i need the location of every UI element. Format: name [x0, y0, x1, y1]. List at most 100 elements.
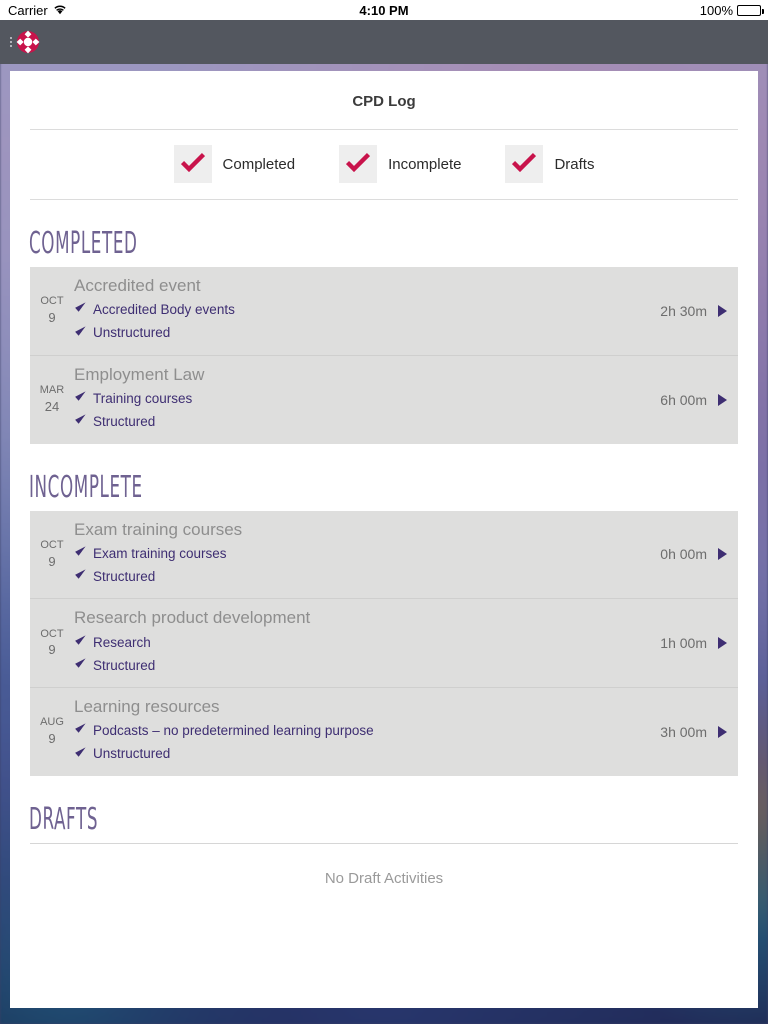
filter-completed[interactable]: Completed — [173, 145, 296, 183]
activity-duration: 1h 00m — [660, 635, 707, 652]
status-bar-right: 100% — [699, 2, 764, 18]
tag-label: Structured — [93, 414, 156, 430]
page-title: CPD Log — [352, 93, 416, 110]
filter-incomplete[interactable]: Incomplete — [339, 145, 461, 183]
battery-full-icon — [737, 4, 764, 16]
section-heading: DRAFTS — [29, 801, 99, 837]
activity-meta: 0h 00m — [660, 511, 738, 599]
activity-body: Employment Law Training courses Structured — [74, 356, 660, 444]
tag-marker-icon — [74, 322, 87, 345]
activity-tag: Exam training courses — [74, 542, 660, 565]
date-day: 9 — [48, 642, 56, 658]
chevron-right-icon[interactable] — [718, 548, 727, 561]
date-day: 9 — [48, 553, 56, 569]
activity-duration: 3h 00m — [660, 723, 707, 740]
activity-duration: 6h 00m — [660, 391, 707, 408]
activity-row[interactable]: MAR 24 Employment Law Training courses Struc… — [30, 355, 738, 444]
activity-meta: 6h 00m — [660, 356, 738, 444]
activity-meta: 3h 00m — [660, 688, 738, 776]
lifebuoy-logo-icon — [16, 30, 40, 54]
tag-marker-icon — [74, 387, 87, 410]
activity-meta: 1h 00m — [660, 599, 738, 687]
filter-label: Incomplete — [388, 155, 462, 173]
checkbox-completed[interactable] — [173, 145, 212, 183]
filter-bar: Completed Incomplete Drafts — [10, 130, 758, 199]
checkbox-drafts[interactable] — [505, 145, 544, 183]
tag-label: Accredited Body events — [93, 302, 235, 318]
activity-title: Research product development — [74, 608, 311, 628]
date-day: 24 — [44, 398, 60, 414]
sections-container: COMPLETED OCT 9 Accredited event Accredited … — [10, 200, 758, 887]
activity-row[interactable]: OCT 9 Research product development Research… — [30, 599, 738, 689]
activity-row[interactable]: AUG 9 Learning resources Podcasts – no pred… — [30, 688, 738, 776]
activity-row[interactable]: OCT 9 Accredited event Accredited Body even… — [30, 267, 738, 356]
section-heading-wrap: COMPLETED — [10, 200, 758, 267]
tag-label: Structured — [93, 568, 156, 584]
tag-label: Structured — [93, 657, 156, 673]
date-month: OCT — [40, 627, 64, 640]
activity-tag: Unstructured — [74, 743, 660, 766]
activity-body: Research product development Research Stru… — [74, 599, 660, 687]
date-day: 9 — [48, 310, 56, 326]
tag-label: Research — [93, 634, 151, 650]
tag-label: Training courses — [93, 390, 193, 406]
tag-label: Exam training courses — [93, 545, 227, 561]
activity-date: AUG 9 — [30, 688, 74, 776]
activity-tag: Unstructured — [74, 322, 660, 345]
filter-label: Drafts — [554, 155, 595, 173]
check-icon — [346, 152, 371, 177]
activity-tag: Accredited Body events — [74, 298, 660, 321]
chevron-right-icon[interactable] — [718, 304, 727, 317]
activity-tag: Training courses — [74, 387, 660, 410]
section-heading: INCOMPLETE — [29, 469, 143, 505]
activity-title: Learning resources — [74, 697, 220, 717]
tag-marker-icon — [74, 743, 87, 766]
filter-label: Completed — [222, 155, 296, 173]
activity-tag: Research — [74, 631, 660, 654]
empty-message: No Draft Activities — [324, 869, 444, 887]
tag-marker-icon — [74, 298, 87, 321]
section-incomplete: INCOMPLETE OCT 9 Exam training courses Exam … — [10, 444, 758, 776]
tag-marker-icon — [74, 631, 87, 654]
activity-meta: 2h 30m — [660, 267, 738, 355]
tag-marker-icon — [74, 565, 87, 588]
activity-date: OCT 9 — [30, 267, 74, 355]
checkbox-incomplete[interactable] — [339, 145, 378, 183]
date-month: OCT — [40, 538, 64, 551]
activity-date: MAR 24 — [30, 356, 74, 444]
activity-duration: 0h 00m — [660, 546, 707, 563]
activity-title: Exam training courses — [74, 519, 243, 539]
status-bar: Carrier 4:10 PM 100% — [0, 0, 768, 20]
activity-date: OCT 9 — [30, 511, 74, 599]
tag-label: Unstructured — [93, 746, 171, 762]
status-bar-time: 4:10 PM — [359, 2, 409, 18]
date-month: AUG — [40, 716, 64, 729]
tag-marker-icon — [74, 719, 87, 742]
chevron-right-icon[interactable] — [718, 393, 727, 406]
tag-marker-icon — [74, 542, 87, 565]
chevron-right-icon[interactable] — [718, 637, 727, 650]
section-completed: COMPLETED OCT 9 Accredited event Accredited … — [10, 200, 758, 444]
tag-label: Podcasts – no predetermined learning pur… — [93, 723, 374, 739]
activity-tag: Structured — [74, 565, 660, 588]
date-month: OCT — [40, 295, 64, 308]
check-icon — [180, 152, 205, 177]
activity-body: Accredited event Accredited Body events Un… — [74, 267, 660, 355]
date-day: 9 — [48, 731, 56, 747]
app-logo-icon[interactable] — [10, 29, 41, 55]
activity-body: Learning resources Podcasts – no predeter… — [74, 688, 660, 776]
tag-label: Unstructured — [93, 325, 171, 341]
check-icon — [512, 152, 537, 177]
date-month: MAR — [39, 384, 65, 397]
chevron-right-icon[interactable] — [718, 725, 727, 738]
activity-tag: Structured — [74, 654, 660, 677]
activity-title: Accredited event — [74, 276, 201, 295]
tag-marker-icon — [74, 410, 87, 433]
section-drafts: DRAFTS No Draft Activities — [10, 776, 758, 887]
filter-drafts[interactable]: Drafts — [505, 145, 594, 183]
section-heading-wrap: DRAFTS — [10, 776, 758, 843]
battery-percent-label: 100% — [699, 2, 733, 18]
activity-row[interactable]: OCT 9 Exam training courses Exam training c… — [30, 510, 738, 600]
activity-duration: 2h 30m — [660, 302, 707, 319]
activity-date: OCT 9 — [30, 599, 74, 687]
